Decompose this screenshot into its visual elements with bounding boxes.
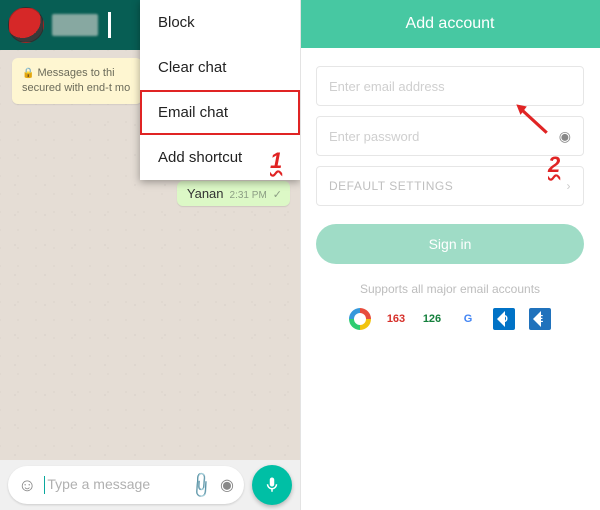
chevron-right-icon: ›	[567, 179, 572, 193]
password-placeholder: Enter password	[329, 129, 419, 144]
providers-row: 163 126 G O E	[316, 308, 584, 330]
tick-icon: ✓	[273, 188, 282, 201]
default-settings-row[interactable]: DEFAULT SETTINGS ›	[316, 166, 584, 206]
add-account-title: Add account	[300, 0, 600, 48]
support-text: Supports all major email accounts	[316, 282, 584, 296]
provider-exchange-icon[interactable]: E	[529, 308, 551, 330]
annotation-arrow	[510, 96, 552, 143]
encryption-text: Messages to thi secured with end-t mo	[22, 67, 130, 94]
message-bubble[interactable]: Yanan 2:31 PM ✓	[177, 181, 290, 206]
provider-google-icon[interactable]: G	[457, 308, 479, 330]
pane-divider	[300, 0, 301, 510]
annotation-1: 1	[270, 148, 282, 174]
avatar[interactable]	[8, 7, 44, 43]
message-input-container: ☺ Type a message 📎 ◉	[8, 466, 244, 504]
email-placeholder: Enter email address	[329, 79, 445, 94]
provider-qq-icon[interactable]	[349, 308, 371, 330]
emoji-icon[interactable]: ☺	[18, 475, 36, 496]
menu-item-block[interactable]: Block	[140, 0, 300, 45]
message-row: Yanan 2:31 PM ✓	[10, 181, 290, 206]
menu-item-clear-chat[interactable]: Clear chat	[140, 45, 300, 90]
eye-icon[interactable]: ◉	[559, 128, 571, 145]
input-bar: ☺ Type a message 📎 ◉	[0, 460, 300, 510]
message-text: Yanan	[187, 186, 224, 201]
annotation-2: 2	[548, 152, 560, 178]
whatsapp-chat-pane: 🔒 Messages to thi secured with end-t mo …	[0, 0, 300, 510]
default-settings-label: DEFAULT SETTINGS	[329, 179, 453, 193]
signin-form: Enter email address Enter password ◉ DEF…	[300, 48, 600, 330]
mic-button[interactable]	[252, 465, 292, 505]
add-account-pane: Add account Enter email address Enter pa…	[300, 0, 600, 510]
cursor-indicator	[108, 12, 111, 38]
mic-icon	[263, 476, 281, 494]
lock-icon: 🔒	[22, 68, 34, 79]
sign-in-button[interactable]: Sign in	[316, 224, 584, 264]
camera-icon[interactable]: ◉	[220, 475, 234, 495]
menu-item-email-chat[interactable]: Email chat	[140, 90, 300, 135]
message-time: 2:31 PM	[230, 190, 267, 201]
provider-outlook-icon[interactable]: O	[493, 308, 515, 330]
attach-icon[interactable]: 📎	[185, 470, 216, 501]
provider-163-icon[interactable]: 163	[385, 308, 407, 330]
message-input[interactable]: Type a message	[44, 476, 181, 494]
provider-126-icon[interactable]: 126	[421, 308, 443, 330]
encryption-notice[interactable]: 🔒 Messages to thi secured with end-t mo	[12, 58, 142, 104]
placeholder-text: Type a message	[47, 476, 150, 492]
contact-name-blurred	[52, 14, 98, 36]
